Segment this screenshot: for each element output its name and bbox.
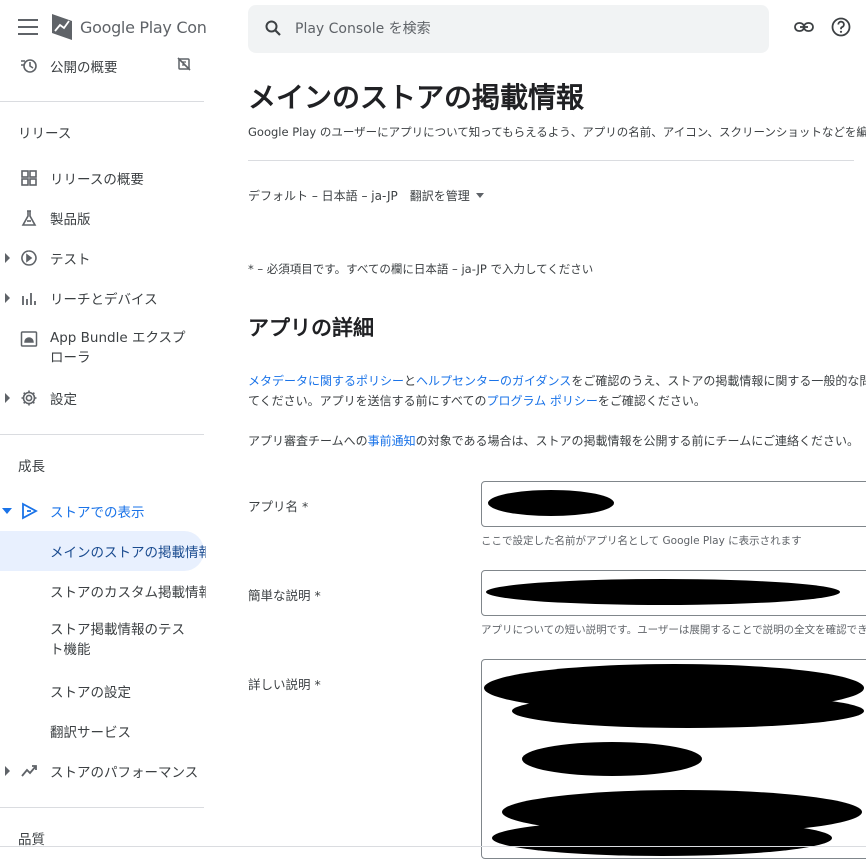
- short-description-label: 簡単な説明 *: [248, 588, 321, 603]
- sidebar-item-store-performance[interactable]: ストアのパフォーマンス: [0, 751, 206, 791]
- gear-icon: [19, 388, 39, 408]
- play-console-window: Google Play Console 公開の概要 リリース: [0, 0, 866, 866]
- sidebar-item-label: メインのストアの掲載情報: [50, 545, 206, 561]
- short-description-field[interactable]: [481, 570, 866, 616]
- sidebar: Google Play Console 公開の概要 リリース: [0, 0, 206, 866]
- text-segment: の対象である場合は、ストアの掲載情報を公開する前にチームにご連絡ください。: [415, 434, 859, 448]
- app-logo-text: Google Play Console: [80, 18, 206, 37]
- text-segment: をご確認ください。: [597, 394, 706, 408]
- managed-publishing-off-icon[interactable]: [176, 56, 192, 76]
- store-play-icon: [19, 501, 39, 521]
- app-name-field[interactable]: [481, 481, 866, 527]
- default-language-label: デフォルト – 日本語 – ja-JP: [248, 189, 398, 203]
- expand-arrow-icon[interactable]: [4, 293, 12, 303]
- bottom-divider: [0, 846, 866, 847]
- app-name-helper: ここで設定した名前がアプリ名として Google Play に表示されます: [481, 535, 802, 547]
- sidebar-item-label: 公開の概要: [50, 60, 118, 76]
- metadata-policy-link[interactable]: メタデータに関するポリシー: [248, 374, 404, 388]
- section-header-quality: 品質: [18, 832, 45, 848]
- section-header-growth: 成長: [18, 459, 45, 475]
- sidebar-item-main-store-listing[interactable]: メインのストアの掲載情報: [0, 531, 206, 571]
- dashboard-icon: [19, 168, 39, 188]
- sidebar-item-custom-store-listing[interactable]: ストアのカスタム掲載情報: [0, 571, 206, 611]
- sidebar-item-release-overview[interactable]: リリースの概要: [0, 158, 206, 198]
- play-console-logo: [52, 14, 72, 40]
- expand-arrow-icon[interactable]: [4, 253, 12, 263]
- sidebar-item-label: 製品版: [50, 212, 91, 228]
- help-center-guidance-link[interactable]: ヘルプセンターのガイダンス: [416, 374, 571, 388]
- sidebar-item-label: ストアのカスタム掲載情報: [50, 585, 206, 601]
- sidebar-item-label: ストア掲載情報のテスト機能: [50, 622, 185, 658]
- text-segment: をご確認のうえ、ストアの掲載情報に関する一般的な問題が発: [571, 374, 866, 388]
- sidebar-item-label: App Bundle エクスプローラ: [50, 330, 186, 366]
- short-description-helper: アプリについての短い説明です。ユーザーは展開することで説明の全文を確認できます: [481, 624, 866, 636]
- sidebar-divider: [0, 434, 204, 435]
- sidebar-item-settings[interactable]: 設定: [0, 378, 206, 418]
- sidebar-item-store-listing-experiments[interactable]: ストア掲載情報のテスト機能: [0, 614, 206, 662]
- publishing-overview-icon: [19, 56, 39, 76]
- advance-notice-link[interactable]: 事前通知: [368, 434, 416, 448]
- sidebar-item-label: ストアでの表示: [50, 505, 145, 521]
- redaction-mark: [486, 579, 840, 605]
- section-title-app-details: アプリの詳細: [248, 316, 374, 340]
- sidebar-item-translation-service[interactable]: 翻訳サービス: [0, 711, 206, 751]
- bar-chart-icon: [19, 288, 39, 308]
- flask-icon: [19, 208, 39, 228]
- text-segment: てください。アプリを送信する前にすべての: [248, 394, 487, 408]
- menu-icon[interactable]: [18, 19, 38, 37]
- trending-up-icon: [19, 761, 39, 781]
- sidebar-item-label: テスト: [50, 252, 91, 268]
- required-fields-note: * – 必須項目です。すべての欄に日本語 – ja-JP で入力してください: [248, 262, 594, 276]
- language-row: デフォルト – 日本語 – ja-JP 翻訳を管理: [248, 187, 484, 204]
- dropdown-caret-icon: [475, 193, 484, 198]
- full-description-label: 詳しい説明 *: [248, 677, 321, 692]
- app-name-label: アプリ名 *: [248, 499, 309, 514]
- main-content: メインのストアの掲載情報 Google Play のユーザーにアプリについて知っ…: [248, 0, 866, 866]
- sidebar-item-label: リリースの概要: [50, 172, 144, 188]
- expand-arrow-icon[interactable]: [4, 766, 12, 776]
- advance-notice-paragraph: アプリ審査チームへの事前通知の対象である場合は、ストアの掲載情報を公開する前にチ…: [248, 431, 859, 451]
- manage-translations-button[interactable]: 翻訳を管理: [410, 187, 484, 204]
- expand-arrow-icon[interactable]: [4, 393, 12, 403]
- sidebar-item-reach-devices[interactable]: リーチとデバイス: [0, 278, 206, 318]
- section-header-release: リリース: [18, 126, 72, 142]
- redaction-mark: [488, 490, 614, 516]
- page-description: Google Play のユーザーにアプリについて知ってもらえるよう、アプリの名…: [248, 125, 866, 139]
- full-description-field[interactable]: [481, 659, 866, 859]
- manage-translations-label: 翻訳を管理: [409, 189, 470, 203]
- sidebar-item-label: 翻訳サービス: [50, 725, 131, 741]
- page-title: メインのストアの掲載情報: [248, 81, 585, 114]
- sidebar-divider: [0, 101, 204, 102]
- collapse-arrow-icon[interactable]: [2, 507, 12, 515]
- sidebar-item-store-presence[interactable]: ストアでの表示: [0, 491, 206, 531]
- sidebar-item-label: 設定: [50, 392, 77, 408]
- redaction-mark: [512, 694, 864, 728]
- sidebar-item-production[interactable]: 製品版: [0, 198, 206, 238]
- android-bundle-icon: [19, 329, 39, 349]
- text-segment: と: [404, 374, 417, 388]
- redaction-mark: [522, 742, 702, 776]
- redaction-mark: [492, 820, 832, 856]
- test-icon: [19, 248, 39, 268]
- sidebar-item-label: ストアの設定: [50, 685, 131, 701]
- policy-paragraph: メタデータに関するポリシーとヘルプセンターのガイダンスをご確認のうえ、ストアの掲…: [248, 371, 866, 411]
- sidebar-item-label: リーチとデバイス: [50, 292, 158, 308]
- sidebar-divider: [0, 807, 204, 808]
- sidebar-item-app-bundle-explorer[interactable]: App Bundle エクスプローラ: [0, 318, 206, 368]
- header-divider: [248, 160, 854, 161]
- program-policy-link[interactable]: プログラム ポリシー: [486, 394, 597, 408]
- sidebar-item-store-settings[interactable]: ストアの設定: [0, 671, 206, 711]
- sidebar-item-label: ストアのパフォーマンス: [50, 765, 199, 781]
- sidebar-item-publishing-overview[interactable]: 公開の概要: [0, 46, 206, 86]
- text-segment: アプリ審査チームへの: [248, 434, 368, 448]
- sidebar-item-testing[interactable]: テスト: [0, 238, 206, 278]
